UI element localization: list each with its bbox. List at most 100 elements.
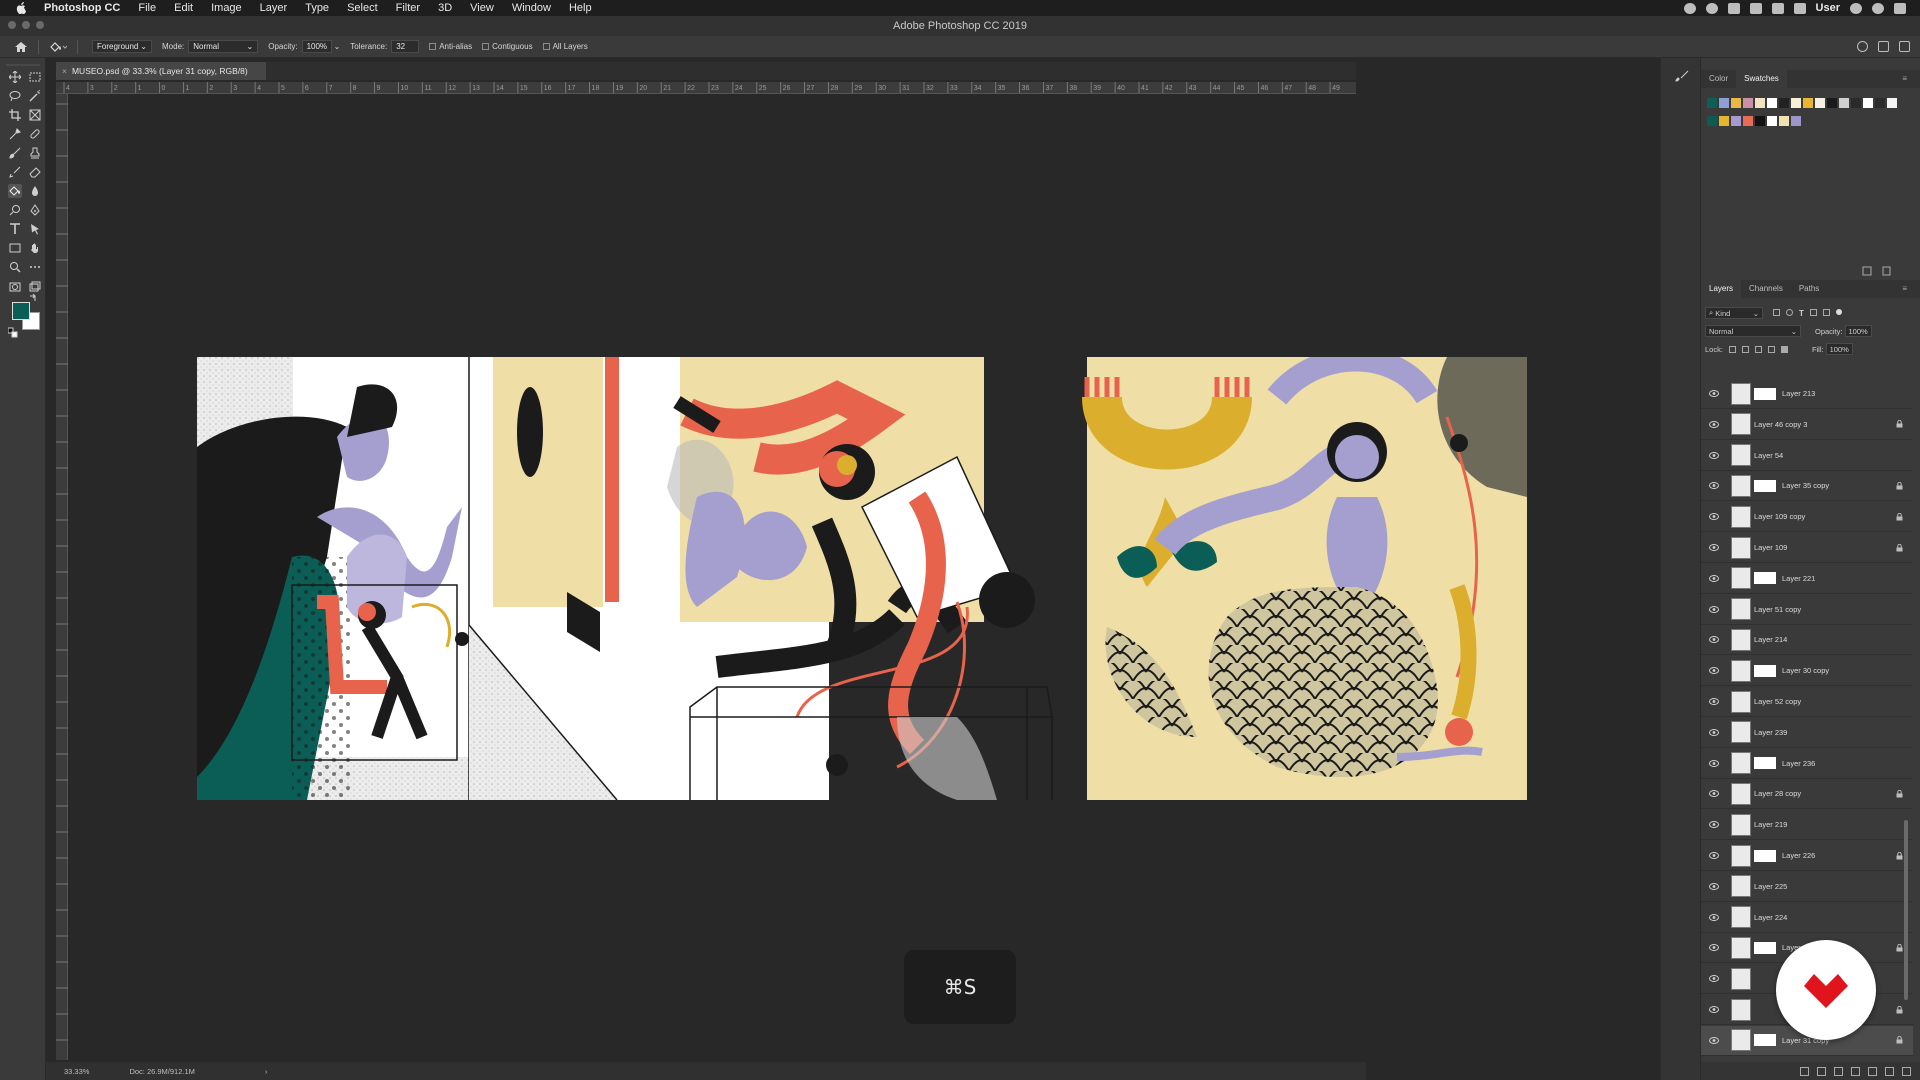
blur-tool-icon[interactable] bbox=[28, 184, 42, 198]
tab-color[interactable]: Color bbox=[1701, 70, 1736, 88]
vertical-ruler[interactable] bbox=[56, 94, 68, 1060]
paint-bucket-tool-icon[interactable] bbox=[8, 184, 22, 198]
swatch[interactable] bbox=[1731, 98, 1741, 108]
more-tools-icon[interactable] bbox=[28, 260, 42, 274]
layer-mask-thumbnail[interactable] bbox=[1754, 479, 1776, 492]
siri-icon[interactable] bbox=[1872, 2, 1884, 14]
new-layer-icon[interactable] bbox=[1885, 1066, 1894, 1076]
panel-collapse-handle[interactable] bbox=[4, 62, 42, 68]
swatch[interactable] bbox=[1887, 98, 1897, 108]
swatch[interactable] bbox=[1779, 98, 1789, 108]
swatch[interactable] bbox=[1791, 116, 1801, 126]
close-tab-icon[interactable]: × bbox=[62, 66, 67, 76]
layer-mask-thumbnail[interactable] bbox=[1754, 757, 1776, 770]
layer-mask-thumbnail[interactable] bbox=[1754, 572, 1776, 585]
visibility-eye-icon[interactable] bbox=[1709, 975, 1719, 983]
type-tool-icon[interactable] bbox=[8, 222, 22, 236]
swatch[interactable] bbox=[1863, 98, 1873, 108]
pixel-filter-icon[interactable] bbox=[1773, 308, 1780, 316]
swatch[interactable] bbox=[1839, 98, 1849, 108]
layer-opacity-field[interactable]: 100% bbox=[1844, 325, 1872, 337]
share-icon[interactable] bbox=[1899, 41, 1910, 52]
layer-mask-thumbnail[interactable] bbox=[1754, 1034, 1776, 1047]
lock-artboard-icon[interactable] bbox=[1767, 345, 1775, 353]
layer-style-icon[interactable] bbox=[1817, 1066, 1826, 1076]
lock-transparency-icon[interactable] bbox=[1728, 345, 1736, 353]
swatch[interactable] bbox=[1815, 98, 1825, 108]
status-menu-chevron-icon[interactable]: › bbox=[265, 1067, 268, 1076]
layer-row[interactable]: Layer 226 bbox=[1701, 841, 1913, 871]
hand-tool-icon[interactable] bbox=[28, 241, 42, 255]
visibility-eye-icon[interactable] bbox=[1709, 667, 1719, 675]
lock-all-icon[interactable] bbox=[1780, 345, 1788, 353]
clone-stamp-tool-icon[interactable] bbox=[28, 146, 42, 160]
brush-tool-icon[interactable] bbox=[8, 146, 22, 160]
rectangle-tool-icon[interactable] bbox=[8, 241, 22, 255]
artwork-illustration[interactable] bbox=[197, 357, 1527, 800]
swatch[interactable] bbox=[1779, 116, 1789, 126]
layer-row[interactable]: Layer 54 bbox=[1701, 441, 1913, 471]
layer-mask-thumbnail[interactable] bbox=[1754, 664, 1776, 677]
apple-icon[interactable] bbox=[14, 2, 28, 14]
visibility-eye-icon[interactable] bbox=[1709, 1006, 1719, 1013]
swatch[interactable] bbox=[1719, 116, 1729, 126]
volume-icon[interactable] bbox=[1793, 2, 1806, 14]
swatch[interactable] bbox=[1707, 98, 1717, 108]
brush-settings-icon[interactable] bbox=[1675, 70, 1689, 82]
menu-app-name[interactable]: Photoshop CC bbox=[40, 0, 129, 16]
layer-row[interactable]: Layer 214 bbox=[1701, 625, 1913, 656]
tolerance-field[interactable]: 32 bbox=[391, 40, 420, 53]
layer-row[interactable]: Layer 219 bbox=[1701, 810, 1913, 841]
visibility-eye-icon[interactable] bbox=[1709, 1036, 1719, 1044]
layer-row[interactable]: Layer 28 copy bbox=[1701, 779, 1913, 810]
fill-source-dropdown[interactable]: Foreground ⌄ bbox=[92, 40, 152, 53]
layers-scrollbar[interactable] bbox=[1904, 820, 1908, 1000]
mode-dropdown[interactable]: Normal ⌄ bbox=[188, 40, 259, 53]
visibility-eye-icon[interactable] bbox=[1709, 390, 1719, 397]
layer-row[interactable]: Layer 46 copy 3 bbox=[1701, 410, 1913, 440]
magic-wand-tool-icon[interactable] bbox=[28, 89, 42, 103]
record-status-icon[interactable] bbox=[1683, 2, 1696, 14]
visibility-eye-icon[interactable] bbox=[1709, 944, 1719, 952]
window-close-button[interactable] bbox=[8, 21, 16, 29]
delete-swatch-icon[interactable] bbox=[1882, 266, 1891, 276]
menu-edit[interactable]: Edit bbox=[165, 0, 202, 16]
opacity-field[interactable]: 100% bbox=[301, 40, 332, 53]
window-minimize-button[interactable] bbox=[22, 21, 30, 29]
type-filter-icon[interactable]: T bbox=[1799, 309, 1804, 318]
eraser-tool-icon[interactable] bbox=[28, 165, 42, 179]
layer-row[interactable]: Layer 35 copy bbox=[1701, 471, 1913, 502]
foreground-color-swatch[interactable] bbox=[12, 302, 30, 320]
swatch[interactable] bbox=[1743, 116, 1753, 126]
horizontal-ruler[interactable]: 4 3 2 1 0 1 2 3 4 5 6 7 8 9 10 11 12 13 14 15 16 17 18 19 20 21 22… bbox=[56, 82, 1356, 94]
visibility-eye-icon[interactable] bbox=[1709, 728, 1719, 736]
all-layers-checkbox[interactable]: All Layers bbox=[542, 42, 588, 51]
zoom-tool-icon[interactable] bbox=[8, 260, 22, 274]
menu-image[interactable]: Image bbox=[202, 0, 251, 16]
spotlight-search-icon[interactable] bbox=[1850, 2, 1862, 14]
lock-pixels-icon[interactable] bbox=[1741, 345, 1749, 353]
contiguous-checkbox[interactable]: Contiguous bbox=[482, 42, 533, 51]
layer-row[interactable]: Layer 236 bbox=[1701, 749, 1913, 779]
window-zoom-button[interactable] bbox=[36, 21, 44, 29]
filter-toggle-icon[interactable] bbox=[1835, 308, 1842, 315]
tab-paths[interactable]: Paths bbox=[1791, 280, 1827, 298]
swatch[interactable] bbox=[1743, 98, 1753, 108]
layer-row[interactable]: Layer 225 bbox=[1701, 872, 1913, 902]
visibility-eye-icon[interactable] bbox=[1709, 574, 1719, 582]
search-icon[interactable] bbox=[1857, 41, 1868, 52]
visibility-eye-icon[interactable] bbox=[1709, 882, 1719, 890]
menu-3d[interactable]: 3D bbox=[429, 0, 461, 16]
swatch[interactable] bbox=[1719, 98, 1729, 108]
document-tab[interactable]: × MUSEO.psd @ 33.3% (Layer 31 copy, RGB/… bbox=[56, 62, 266, 80]
layer-mask-thumbnail[interactable] bbox=[1754, 941, 1776, 954]
visibility-eye-icon[interactable] bbox=[1709, 852, 1719, 859]
menu-layer[interactable]: Layer bbox=[251, 0, 297, 16]
pen-tool-icon[interactable] bbox=[28, 203, 42, 217]
swatch[interactable] bbox=[1875, 98, 1885, 108]
layer-row[interactable]: Layer 52 copy bbox=[1701, 687, 1913, 717]
adjustment-layer-icon[interactable] bbox=[1851, 1066, 1860, 1076]
panel-menu-icon[interactable]: ≡ bbox=[1894, 280, 1915, 298]
dodge-tool-icon[interactable] bbox=[8, 203, 22, 217]
shape-filter-icon[interactable] bbox=[1809, 308, 1817, 316]
